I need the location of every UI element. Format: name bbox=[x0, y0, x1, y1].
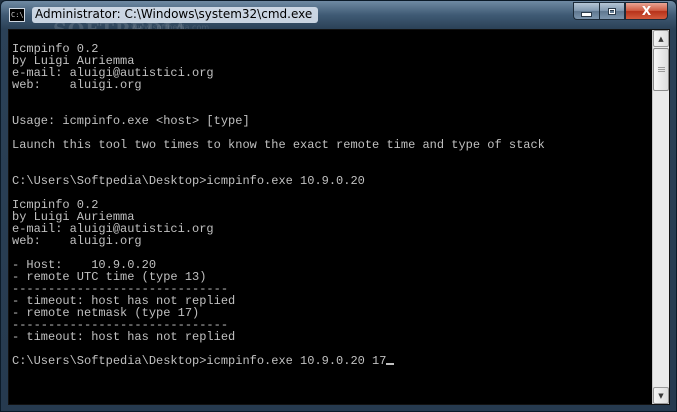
vertical-scrollbar[interactable]: ▲ ▼ bbox=[652, 30, 669, 404]
text-cursor bbox=[386, 363, 395, 365]
scroll-thumb[interactable] bbox=[653, 48, 669, 91]
scroll-down-arrow-icon[interactable]: ▼ bbox=[653, 387, 669, 404]
console-area[interactable]: Icmpinfo 0.2 by Luigi Auriemma e-mail: alu… bbox=[8, 29, 670, 405]
console-line: Usage: icmpinfo.exe <host> [type] bbox=[12, 114, 250, 128]
minimize-button[interactable] bbox=[573, 2, 599, 20]
console-line: C:\Users\Softpedia\Desktop>icmpinfo.exe … bbox=[12, 174, 365, 188]
thumb-grip bbox=[658, 67, 665, 68]
console-line: - timeout: host has not replied bbox=[12, 330, 236, 344]
console-line: Launch this tool two times to know the e… bbox=[12, 138, 545, 152]
thumb-grip bbox=[658, 69, 665, 70]
title-bar[interactable]: C:\ Administrator: C:\Windows\system32\c… bbox=[1, 1, 676, 41]
maximize-button[interactable] bbox=[599, 2, 625, 20]
console-prompt-line: C:\Users\Softpedia\Desktop>icmpinfo.exe … bbox=[12, 355, 652, 367]
console-output: Icmpinfo 0.2 by Luigi Auriemma e-mail: alu… bbox=[12, 43, 652, 367]
console-line: web: aluigi.org bbox=[12, 78, 142, 92]
scroll-up-arrow-icon[interactable]: ▲ bbox=[653, 30, 669, 47]
thumb-grip bbox=[658, 71, 665, 72]
close-button[interactable]: X bbox=[625, 2, 668, 20]
window-title: Administrator: C:\Windows\system32\cmd.e… bbox=[32, 7, 319, 23]
minimize-icon bbox=[581, 11, 592, 17]
maximize-icon bbox=[608, 7, 616, 15]
caption-buttons: X bbox=[573, 2, 668, 20]
close-icon: X bbox=[641, 4, 652, 18]
cmd-icon[interactable]: C:\ bbox=[9, 8, 25, 22]
cmd-window: C:\ Administrator: C:\Windows\system32\c… bbox=[0, 0, 677, 412]
console-line: web: aluigi.org bbox=[12, 234, 142, 248]
